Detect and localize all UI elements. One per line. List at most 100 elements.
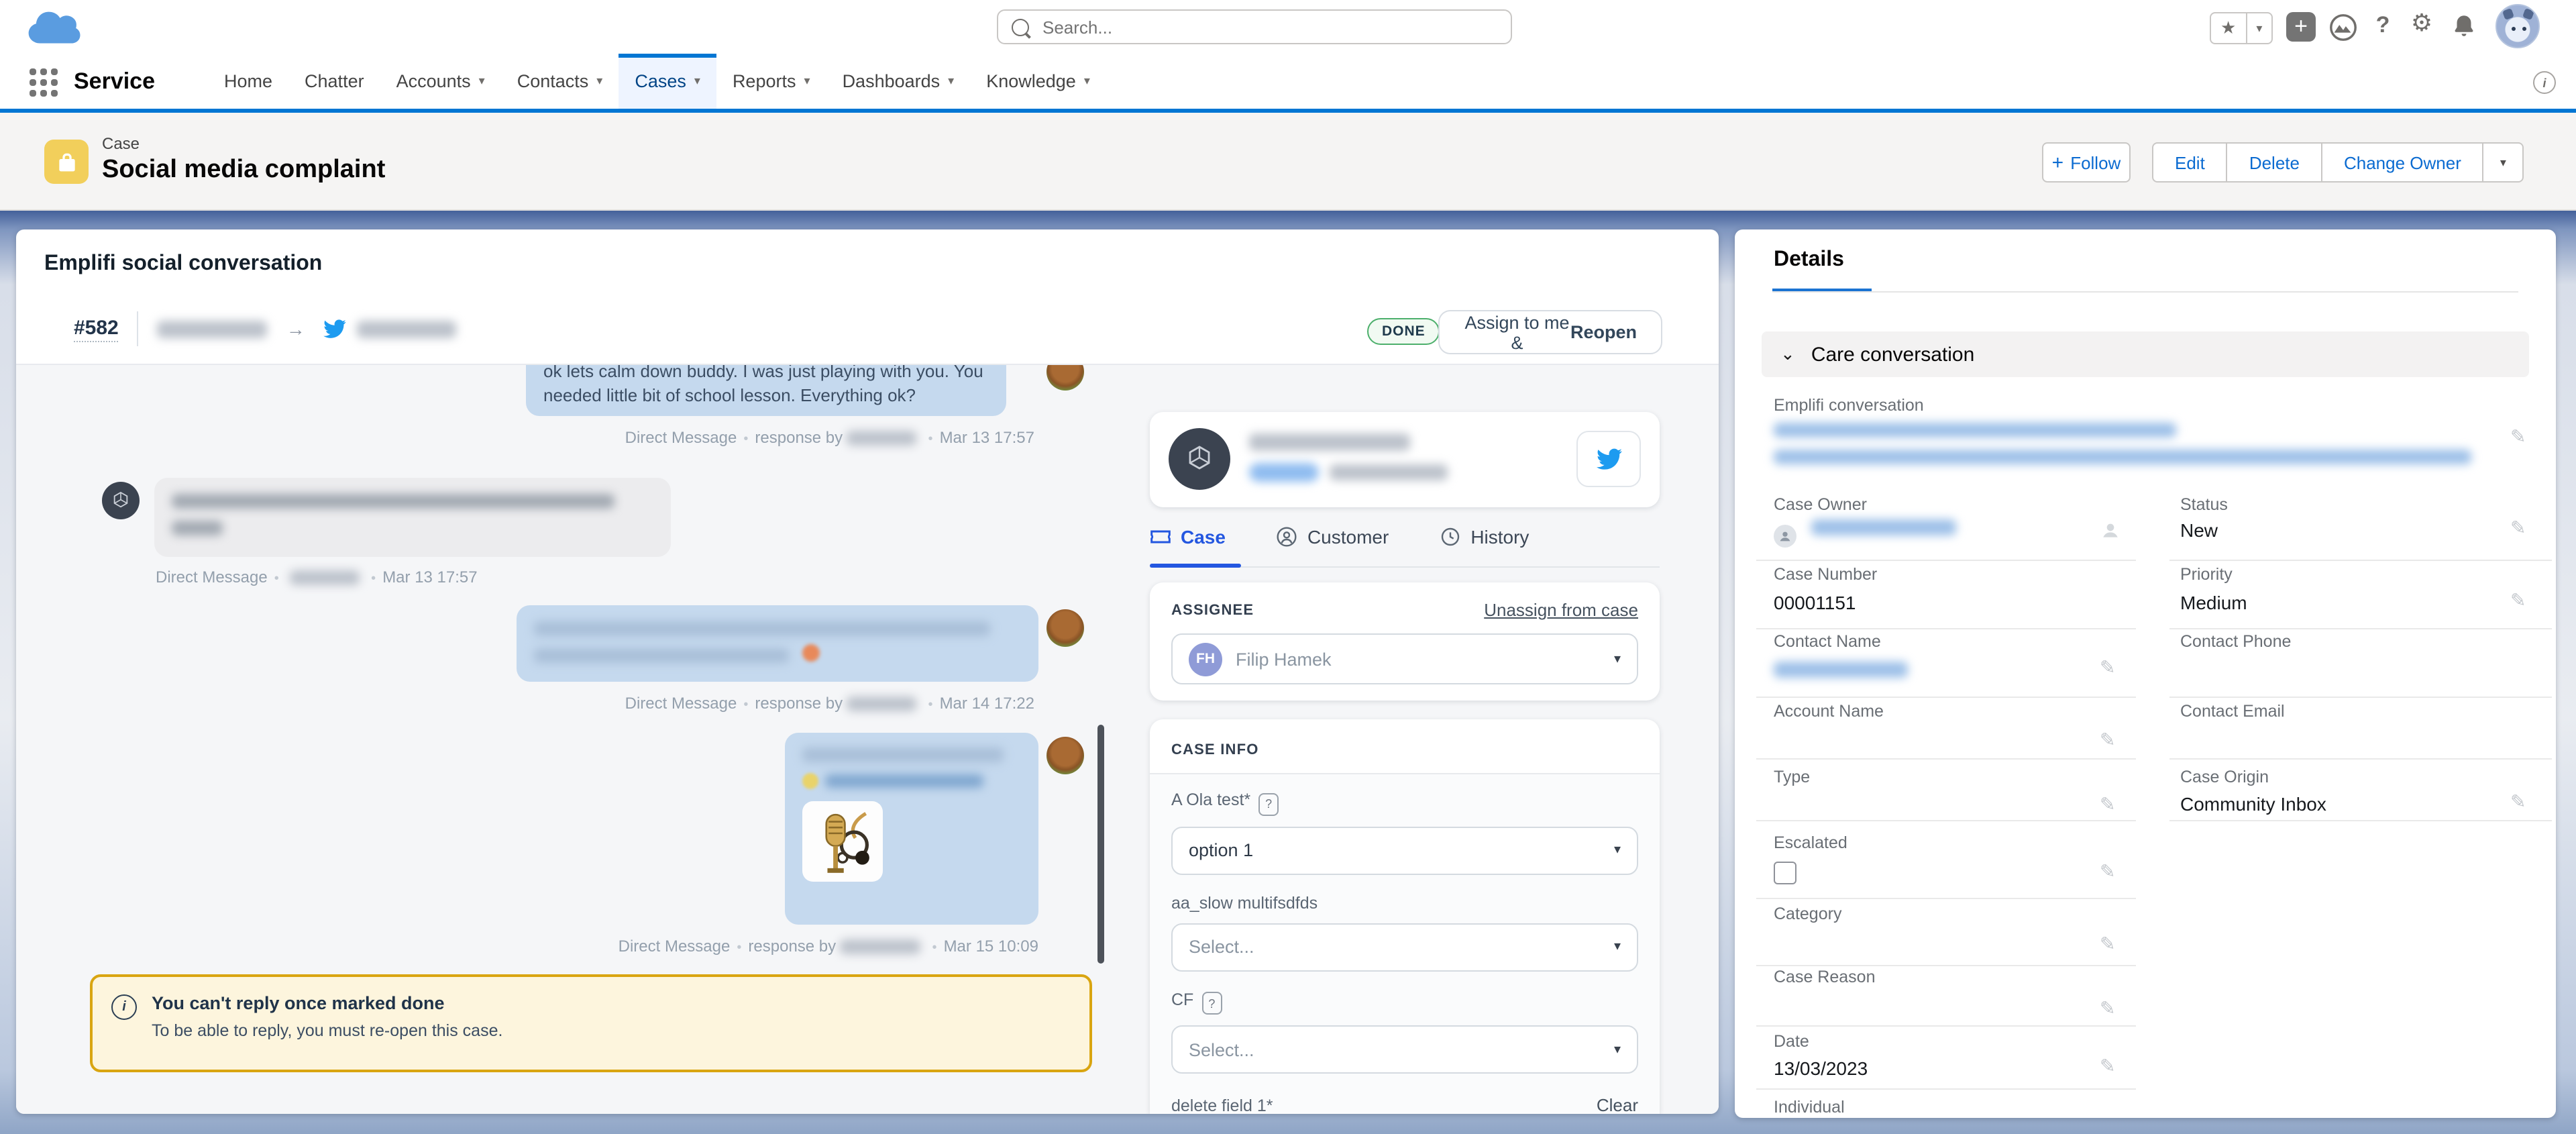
app-launcher-waffle[interactable] (30, 68, 58, 97)
redacted-link-line[interactable] (1774, 450, 2471, 464)
edit-pencil-icon[interactable]: ✎ (2510, 589, 2526, 612)
tab-case[interactable]: Case (1150, 526, 1226, 548)
redacted-agent-name (847, 431, 917, 446)
change-owner-button[interactable]: Change Owner (2322, 142, 2484, 183)
redacted-link-line[interactable] (1774, 423, 2176, 437)
tab-history[interactable]: History (1440, 526, 1529, 548)
info-icon[interactable]: i (2533, 71, 2556, 94)
emoji-blob (802, 773, 818, 789)
help-icon[interactable]: ? (1201, 992, 1222, 1015)
help-icon[interactable]: ? (1258, 792, 1279, 815)
notice-body: To be able to reply, you must re-open th… (152, 1021, 1068, 1040)
tab-knowledge[interactable]: Knowledge▾ (970, 54, 1106, 109)
category-label: Category (1774, 905, 1841, 923)
help-icon[interactable]: ? (2369, 12, 2396, 39)
tab-reports[interactable]: Reports▾ (716, 54, 826, 109)
emoji-blob (802, 644, 820, 662)
status-value: New (2180, 519, 2218, 541)
chevron-down-icon[interactable]: ▾ (804, 74, 810, 89)
tab-customer[interactable]: Customer (1277, 526, 1389, 548)
tab-chatter[interactable]: Chatter (288, 54, 380, 109)
details-divider (1772, 291, 2518, 293)
individual-label: Individual (1774, 1098, 1845, 1117)
search-input[interactable] (1040, 15, 1497, 38)
more-actions-caret-button[interactable]: ▾ (2484, 142, 2524, 183)
message-text: ok lets calm down buddy. I was just play… (543, 364, 989, 384)
record-actions: Edit Delete Change Owner ▾ (2152, 142, 2524, 183)
edit-pencil-icon[interactable]: ✎ (2100, 860, 2115, 883)
a-ola-test-select[interactable]: option 1 ▾ (1171, 826, 1638, 874)
emplifi-conversation-card: Emplifi social conversation #582 → DONE … (16, 229, 1719, 1114)
edit-pencil-icon[interactable]: ✎ (2510, 425, 2526, 448)
chevron-down-icon[interactable]: ▾ (479, 74, 485, 89)
chevron-down-icon[interactable]: ▾ (694, 74, 700, 89)
edit-pencil-icon[interactable]: ✎ (2100, 793, 2115, 816)
setup-gear-icon[interactable]: ⚙ (2407, 9, 2436, 38)
customer-profile-card (1150, 412, 1660, 507)
follow-button[interactable]: + Follow (2042, 142, 2131, 183)
redacted-badge (1249, 463, 1319, 482)
edit-pencil-icon[interactable]: ✎ (2100, 933, 2115, 956)
quick-add-button[interactable]: + (2286, 12, 2316, 42)
favorites-star-icon[interactable]: ★ (2211, 17, 2245, 39)
chevron-down-icon[interactable]: ▾ (596, 74, 602, 89)
case-owner-value[interactable] (1774, 519, 1957, 548)
details-tab[interactable]: Details (1774, 248, 1844, 272)
notice-title: You can't reply once marked done (152, 993, 1068, 1013)
twitter-icon (324, 319, 347, 338)
message-meta: Direct Message•response by •Mar 14 17:22 (517, 694, 1034, 713)
cube-logo-icon (1183, 443, 1216, 475)
ticket-number[interactable]: #582 (74, 316, 119, 342)
details-panel: Details ⌄ Care conversation Emplifi conv… (1735, 229, 2556, 1118)
case-origin-label: Case Origin (2180, 768, 2269, 786)
tab-dashboards[interactable]: Dashboards▾ (826, 54, 971, 109)
care-conversation-section-header[interactable]: ⌄ Care conversation (1762, 331, 2529, 377)
reply-locked-notice: i You can't reply once marked done To be… (90, 974, 1092, 1072)
edit-pencil-icon[interactable]: ✎ (2510, 790, 2526, 813)
emplifi-conversation-label: Emplifi conversation (1774, 396, 1924, 415)
aa-slow-multi-select[interactable]: Select... ▾ (1171, 923, 1638, 971)
field-divider (2169, 628, 2552, 629)
record-type-label: Case (102, 134, 140, 153)
tab-accounts[interactable]: Accounts▾ (380, 54, 501, 109)
edit-pencil-icon[interactable]: ✎ (2100, 997, 2115, 1020)
tab-contacts[interactable]: Contacts▾ (501, 54, 619, 109)
assignee-select[interactable]: FH Filip Hamek ▾ (1171, 633, 1638, 684)
cf-select[interactable]: Select... ▾ (1171, 1025, 1638, 1074)
escalated-checkbox[interactable] (1774, 862, 1796, 884)
tab-cases[interactable]: Cases▾ (619, 54, 716, 109)
notifications-bell-icon[interactable] (2450, 12, 2478, 40)
field-divider (1756, 820, 2136, 821)
tab-home[interactable]: Home (208, 54, 288, 109)
redacted-agent-name (158, 320, 268, 338)
clear-link[interactable]: Clear (1597, 1095, 1638, 1114)
edit-pencil-icon[interactable]: ✎ (2100, 656, 2115, 679)
arrow-right-icon: → (286, 318, 305, 340)
twitter-channel-button[interactable] (1576, 431, 1641, 487)
chevron-down-icon[interactable]: ▾ (948, 74, 954, 89)
chat-scrollbar[interactable] (1097, 725, 1104, 964)
chevron-down-icon[interactable]: ▾ (1084, 74, 1090, 89)
unassign-link[interactable]: Unassign from case (1484, 600, 1638, 620)
case-owner-label: Case Owner (1774, 495, 1867, 514)
edit-pencil-icon[interactable]: ✎ (2100, 1055, 2115, 1078)
favorites-caret-icon[interactable]: ▾ (2247, 21, 2271, 36)
user-avatar[interactable] (2496, 4, 2540, 48)
edit-pencil-icon[interactable]: ✎ (2510, 517, 2526, 539)
favorites-control[interactable]: ★ ▾ (2210, 12, 2273, 44)
case-origin-value: Community Inbox (2180, 793, 2326, 815)
edit-button[interactable]: Edit (2152, 142, 2228, 183)
owner-avatar-icon (1774, 525, 1796, 548)
trailhead-icon[interactable] (2328, 12, 2359, 43)
image-attachment[interactable] (802, 801, 883, 882)
assign-reopen-button[interactable]: Assign to me & Reopen (1438, 310, 1662, 354)
field-divider (1756, 758, 2136, 760)
twitter-icon (1596, 448, 1621, 470)
record-page-header: Case Social media complaint + Follow Edi… (0, 113, 2576, 211)
global-search[interactable] (997, 9, 1512, 44)
edit-pencil-icon[interactable]: ✎ (2100, 729, 2115, 752)
change-owner-icon[interactable] (2100, 519, 2121, 541)
escalated-label: Escalated (1774, 833, 1847, 852)
redacted-contact-name[interactable] (1774, 662, 1908, 678)
delete-button[interactable]: Delete (2228, 142, 2322, 183)
